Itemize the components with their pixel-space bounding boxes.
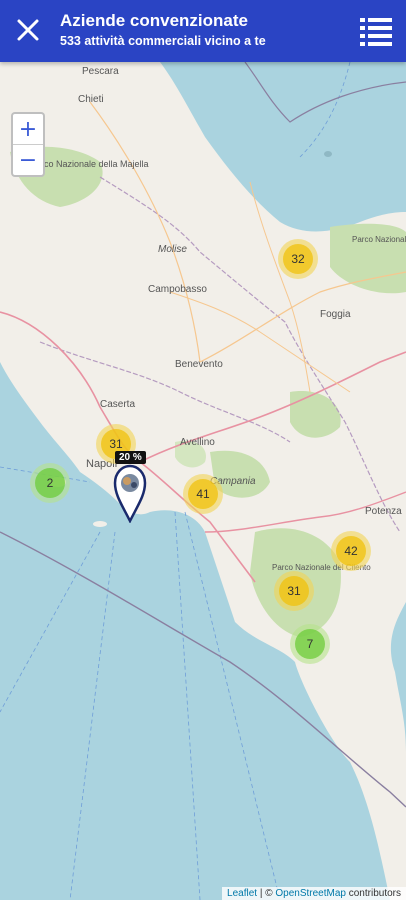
close-button[interactable] bbox=[8, 10, 48, 50]
label-campobasso: Campobasso bbox=[148, 284, 207, 295]
marker-cluster[interactable]: 7 bbox=[290, 624, 330, 664]
label-potenza: Potenza bbox=[365, 506, 402, 517]
map-attribution: Leaflet | © OpenStreetMap contributors bbox=[222, 887, 406, 900]
label-gargano: Parco Nazionale del Gargano bbox=[352, 235, 406, 244]
label-chieti: Chieti bbox=[78, 94, 104, 105]
list-icon bbox=[360, 18, 392, 46]
close-icon bbox=[17, 19, 39, 41]
island-tremiti bbox=[324, 151, 332, 157]
zoom-control: + − bbox=[11, 112, 45, 177]
zoom-out-button[interactable]: − bbox=[13, 145, 43, 175]
marker-cluster[interactable]: 31 bbox=[274, 571, 314, 611]
map-pin-icon bbox=[113, 464, 147, 523]
cluster-count: 2 bbox=[35, 468, 65, 498]
leaflet-link[interactable]: Leaflet bbox=[227, 888, 257, 899]
zoom-in-button[interactable]: + bbox=[13, 114, 43, 145]
marker-cluster[interactable]: 41 bbox=[183, 474, 223, 514]
page-subtitle: 533 attività commerciali vicino a te bbox=[60, 34, 266, 48]
marker-cluster[interactable]: 32 bbox=[278, 239, 318, 279]
label-avellino: Avellino bbox=[180, 437, 215, 448]
attribution-contributors: contributors bbox=[348, 888, 401, 899]
attribution-separator: | © bbox=[259, 888, 273, 899]
cluster-count: 32 bbox=[283, 244, 313, 274]
list-view-button[interactable] bbox=[358, 13, 394, 49]
marker-cluster[interactable]: 42 bbox=[331, 531, 371, 571]
marker-cluster[interactable]: 2 bbox=[30, 463, 70, 503]
cluster-count: 41 bbox=[188, 479, 218, 509]
label-foggia: Foggia bbox=[320, 309, 351, 320]
page-title: Aziende convenzionate bbox=[60, 11, 248, 30]
label-pescara: Pescara bbox=[82, 66, 119, 77]
cluster-count: 42 bbox=[336, 536, 366, 566]
label-caserta: Caserta bbox=[100, 399, 135, 410]
cluster-count: 7 bbox=[295, 629, 325, 659]
cluster-count: 31 bbox=[279, 576, 309, 606]
app-bar: Aziende convenzionate 533 attività comme… bbox=[0, 0, 406, 62]
label-molise: Molise bbox=[158, 244, 187, 255]
header-titles: Aziende convenzionate 533 attività comme… bbox=[60, 11, 266, 49]
island-capri bbox=[93, 521, 107, 527]
map[interactable]: Pescara Chieti Parco Nazionale della Maj… bbox=[0, 62, 406, 900]
label-benevento: Benevento bbox=[175, 359, 223, 370]
label-majella: Parco Nazionale della Majella bbox=[30, 159, 149, 169]
osm-link[interactable]: OpenStreetMap bbox=[275, 888, 346, 899]
discount-badge: 20 % bbox=[115, 451, 146, 464]
